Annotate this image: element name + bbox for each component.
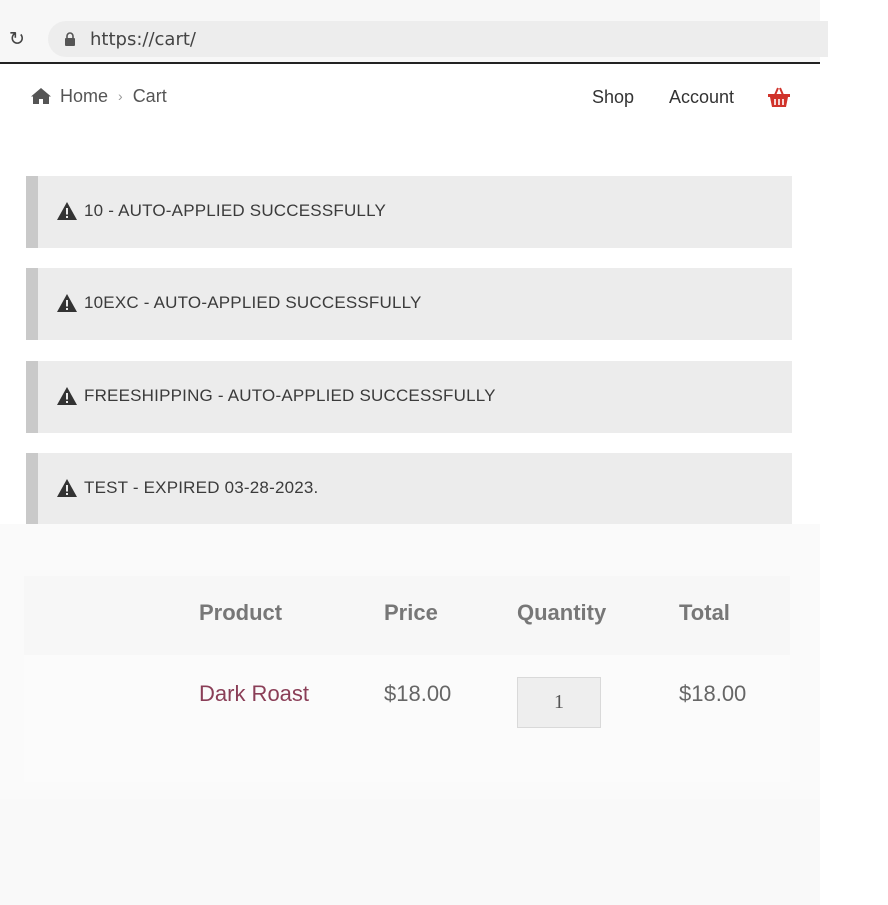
breadcrumb-current: Cart	[132, 85, 167, 106]
breadcrumb: Home › Cart	[30, 84, 167, 108]
header-price: Price	[384, 600, 438, 625]
warning-icon	[57, 479, 77, 497]
notice-text: FREESHIPPING - AUTO-APPLIED SUCCESSFULLY	[84, 386, 496, 405]
table-row: Dark Roast $18.00 $18.00	[24, 655, 790, 782]
nav-shop-link[interactable]: Shop	[592, 87, 634, 108]
coupon-notice: FREESHIPPING - AUTO-APPLIED SUCCESSFULLY	[26, 361, 792, 433]
line-total: $18.00	[679, 681, 747, 706]
coupon-notice: 10 - AUTO-APPLIED SUCCESSFULLY	[26, 176, 792, 248]
notice-text: TEST - EXPIRED 03-28-2023.	[84, 478, 319, 497]
warning-icon	[57, 294, 77, 312]
coupon-notice: 10EXC - AUTO-APPLIED SUCCESSFULLY	[26, 268, 792, 340]
nav-account-link[interactable]: Account	[669, 87, 734, 108]
product-price: $18.00	[384, 681, 452, 706]
cart-table-header: Product Price Quantity Total	[24, 576, 790, 655]
coupon-notice: TEST - EXPIRED 03-28-2023.	[26, 453, 792, 525]
product-link[interactable]: Dark Roast	[199, 681, 309, 707]
lock-icon	[65, 32, 75, 46]
breadcrumb-home-link[interactable]: Home	[60, 86, 108, 107]
warning-icon	[57, 202, 77, 220]
basket-icon[interactable]	[767, 86, 791, 108]
header-product: Product	[199, 600, 283, 625]
breadcrumb-separator: ›	[118, 88, 123, 104]
home-icon[interactable]	[30, 87, 52, 105]
header-total: Total	[679, 600, 730, 625]
notice-text: 10 - AUTO-APPLIED SUCCESSFULLY	[84, 201, 387, 220]
url-text: https://cart/	[90, 29, 196, 50]
reload-icon[interactable]: ↻	[9, 28, 31, 50]
quantity-input[interactable]	[517, 677, 601, 728]
browser-address-bar: ↻ https://cart/	[0, 0, 828, 64]
page-footer-area	[0, 799, 820, 905]
cart-table: Product Price Quantity Total Dark Roast …	[24, 576, 790, 782]
url-field[interactable]: https://cart/	[48, 21, 828, 57]
warning-icon	[57, 387, 77, 405]
notice-text: 10EXC - AUTO-APPLIED SUCCESSFULLY	[84, 293, 422, 312]
header-quantity: Quantity	[517, 600, 607, 625]
